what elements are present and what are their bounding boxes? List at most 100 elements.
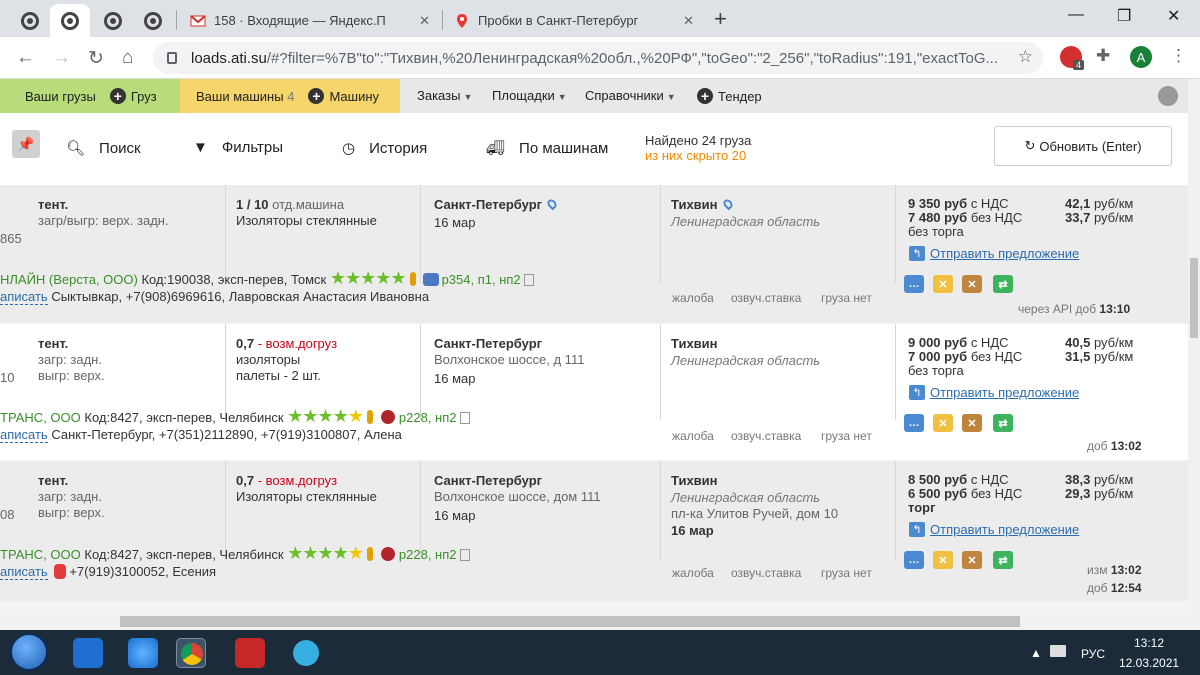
- footer-action-link[interactable]: груза нет: [821, 291, 872, 305]
- hide-yellow-icon[interactable]: ✕: [933, 551, 953, 569]
- load-method: загр/выгр: верх. задн.: [38, 213, 169, 228]
- horizontal-scroll-thumb[interactable]: [120, 616, 1020, 627]
- add-load-button[interactable]: Груз: [131, 89, 157, 104]
- rate-unit: руб/км: [1093, 210, 1134, 225]
- to-city[interactable]: Тихвин: [671, 473, 718, 488]
- timestamp-label: доб: [1087, 581, 1108, 595]
- close-tab-icon[interactable]: ✕: [683, 13, 694, 29]
- chat-icon[interactable]: …: [904, 414, 924, 432]
- footer-action-link[interactable]: озвуч.ставка: [731, 291, 801, 305]
- filters-button[interactable]: ▼ Фильтры: [193, 139, 283, 156]
- refresh-icon: ↻: [1024, 138, 1036, 153]
- send-offer-link[interactable]: Отправить предложение: [930, 385, 1079, 401]
- by-trucks-button[interactable]: 🚚︎ По машинам: [486, 139, 608, 158]
- hide-brown-icon[interactable]: ✕: [962, 275, 982, 293]
- home-icon[interactable]: ⌂: [122, 47, 133, 69]
- company-name[interactable]: ТРАНС, ООО: [0, 547, 81, 562]
- footer-action-link[interactable]: озвуч.ставка: [731, 566, 801, 580]
- load-row[interactable]: 865 тент. загр/выгр: верх. задн. 1 / 10 отд…: [0, 185, 1188, 323]
- pinned-tab-2[interactable]: [50, 4, 90, 37]
- platforms-menu[interactable]: Площадки ▼: [492, 88, 567, 103]
- user-avatar-icon[interactable]: [1158, 86, 1178, 106]
- vertical-scrollbar[interactable]: [1188, 79, 1200, 613]
- footer-action-link[interactable]: груза нет: [821, 566, 872, 580]
- orders-menu[interactable]: Заказы ▼: [417, 88, 472, 103]
- write-message-link[interactable]: аписать: [0, 564, 48, 580]
- clock-date[interactable]: 12.03.2021: [1119, 656, 1179, 670]
- footer-action-link[interactable]: жалоба: [672, 291, 714, 305]
- hide-yellow-icon[interactable]: ✕: [933, 414, 953, 432]
- forward-icon[interactable]: →: [52, 47, 71, 69]
- pinned-site-icon: [144, 11, 162, 30]
- maximize-icon[interactable]: ❐: [1117, 6, 1131, 26]
- write-message-link[interactable]: аписать: [0, 427, 48, 443]
- extensions-puzzle-icon[interactable]: ✚: [1096, 46, 1110, 66]
- browser-menu-icon[interactable]: ⋮: [1170, 46, 1187, 66]
- url-input[interactable]: loads.ati.su/#?filter=%7B"to":"Тихвин,%2…: [153, 42, 1043, 74]
- to-city[interactable]: Тихвин: [671, 197, 718, 212]
- footer-action-link[interactable]: озвуч.ставка: [731, 429, 801, 443]
- write-message-link[interactable]: аписать: [0, 289, 48, 305]
- company-name[interactable]: ТРАНС, ООО: [0, 410, 81, 425]
- load-row[interactable]: 10 тент. загр: задн. выгр: верх. 0,7 - возм.…: [0, 324, 1188, 460]
- to-city[interactable]: Тихвин: [671, 336, 718, 351]
- footer-action-link[interactable]: груза нет: [821, 429, 872, 443]
- directories-menu[interactable]: Справочники ▼: [585, 88, 676, 103]
- pinned-tab-1[interactable]: [10, 4, 50, 37]
- close-window-icon[interactable]: ✕: [1167, 6, 1180, 26]
- company-name[interactable]: НЛАЙН (Верста, ООО): [0, 272, 138, 287]
- send-offer-link[interactable]: Отправить предложение: [930, 246, 1079, 262]
- add-truck-button[interactable]: Машину: [329, 89, 379, 104]
- exchange-icon[interactable]: ⇄: [993, 275, 1013, 293]
- profile-avatar[interactable]: A: [1130, 46, 1152, 68]
- app-icon[interactable]: [235, 638, 265, 668]
- timestamp-label: через API доб: [1018, 302, 1097, 316]
- chevron-down-icon: ▼: [463, 92, 473, 102]
- column-divider: [225, 324, 226, 420]
- language-indicator[interactable]: РУС: [1081, 647, 1105, 661]
- internet-explorer-icon[interactable]: [128, 638, 158, 668]
- telegram-icon[interactable]: [291, 638, 321, 668]
- exchange-icon[interactable]: ⇄: [993, 551, 1013, 569]
- my-loads-link[interactable]: Ваши грузы: [25, 89, 96, 104]
- tab-yandex-mail[interactable]: 158 · Входящие — Яндекс.П ✕: [180, 4, 440, 37]
- battery-icon[interactable]: [1050, 645, 1066, 657]
- back-icon[interactable]: ←: [16, 47, 35, 69]
- minimize-icon[interactable]: —: [1068, 6, 1084, 24]
- send-offer-link[interactable]: Отправить предложение: [930, 522, 1079, 538]
- chrome-icon[interactable]: [176, 638, 206, 668]
- my-trucks-link[interactable]: Ваши машины: [196, 89, 284, 104]
- hide-brown-icon[interactable]: ✕: [962, 551, 982, 569]
- vertical-scroll-thumb[interactable]: [1190, 258, 1198, 338]
- from-city[interactable]: Санкт-Петербург: [434, 197, 542, 212]
- pinned-tab-4[interactable]: [133, 4, 173, 37]
- start-button[interactable]: [10, 633, 48, 671]
- clock-time[interactable]: 13:12: [1134, 636, 1164, 650]
- exchange-icon[interactable]: ⇄: [993, 414, 1013, 432]
- reply-arrow-icon: ↰: [909, 246, 925, 261]
- search-button[interactable]: 🔍︎ Поиск: [66, 139, 141, 158]
- load-row[interactable]: 08 тент. загр: задн. выгр: верх. 0,7 - возм.…: [0, 461, 1188, 601]
- chat-icon[interactable]: …: [904, 275, 924, 293]
- close-tab-icon[interactable]: ✕: [419, 13, 430, 29]
- chat-icon[interactable]: …: [904, 551, 924, 569]
- pin-icon[interactable]: 📌: [12, 130, 40, 158]
- footer-action-link[interactable]: жалоба: [672, 429, 714, 443]
- from-city[interactable]: Санкт-Петербург: [434, 473, 542, 488]
- tab-title: Пробки в Санкт-Петербург: [478, 13, 639, 28]
- bookmark-star-icon[interactable]: ☆: [1018, 47, 1033, 67]
- hide-brown-icon[interactable]: ✕: [962, 414, 982, 432]
- defender-shield-icon[interactable]: [73, 638, 103, 668]
- reload-icon[interactable]: ↻: [88, 47, 104, 70]
- tab-traffic-map[interactable]: Пробки в Санкт-Петербург ✕: [444, 4, 704, 37]
- history-button[interactable]: ◷ История: [342, 139, 427, 158]
- new-tab-button[interactable]: +: [714, 6, 727, 32]
- refresh-button[interactable]: ↻ Обновить (Enter): [994, 126, 1172, 166]
- from-city[interactable]: Санкт-Петербург: [434, 336, 542, 351]
- tray-arrow-icon[interactable]: ▲: [1030, 646, 1042, 660]
- hide-yellow-icon[interactable]: ✕: [933, 275, 953, 293]
- tender-link[interactable]: + Тендер: [697, 88, 762, 104]
- pinned-tab-3[interactable]: [93, 4, 133, 37]
- footer-action-link[interactable]: жалоба: [672, 566, 714, 580]
- pinned-site-icon: [21, 11, 39, 30]
